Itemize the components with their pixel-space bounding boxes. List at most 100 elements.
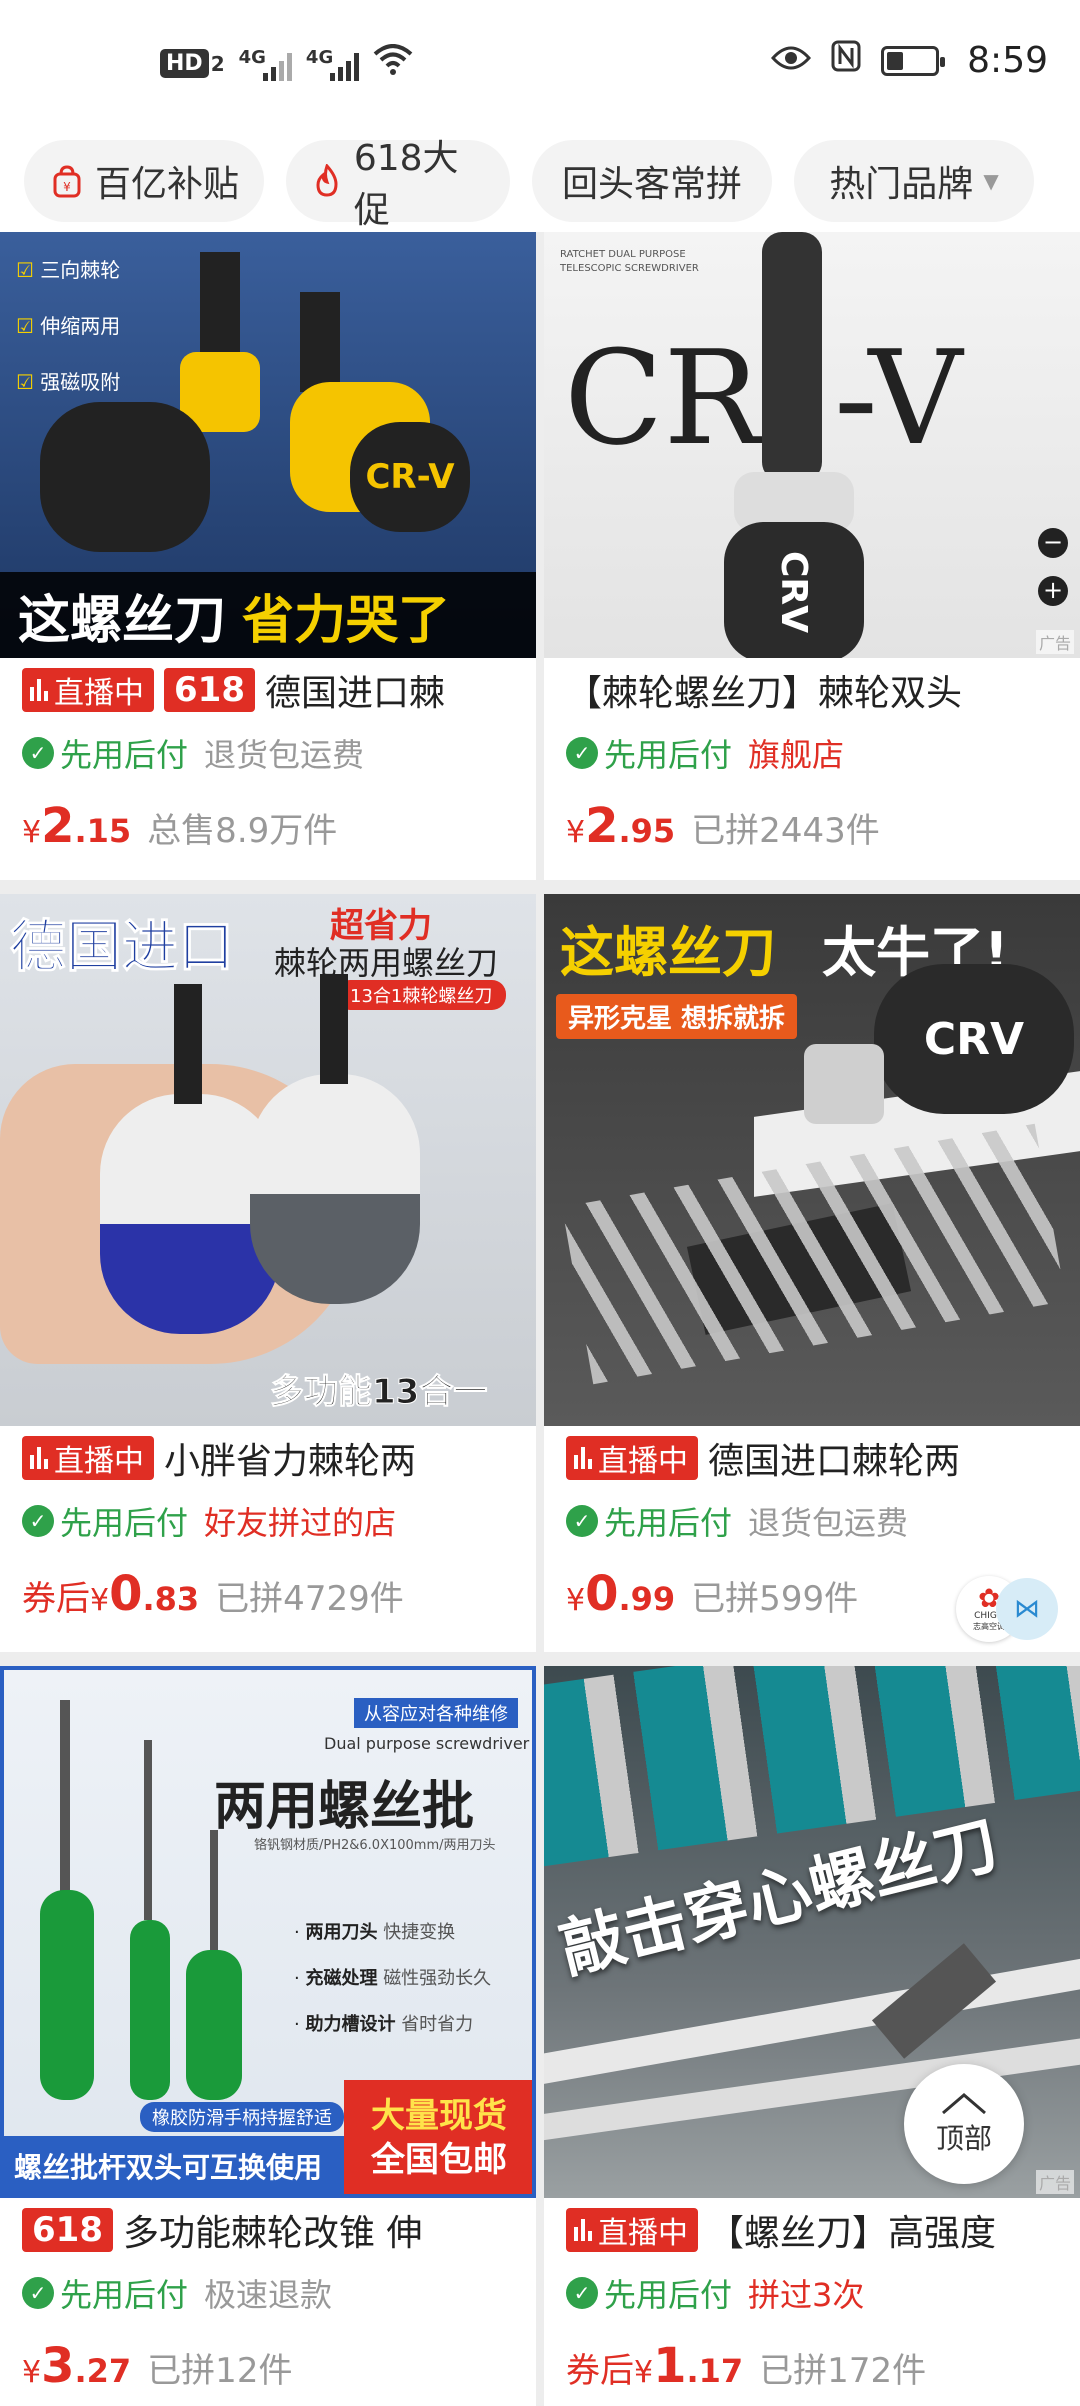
price-int: 0	[585, 1566, 619, 1622]
back-to-top-button[interactable]: 顶部	[904, 2064, 1024, 2184]
live-badge: 直播中	[22, 668, 154, 712]
product-tags: ✓ 先用后付 拼过3次	[544, 2262, 1080, 2324]
price-int: 2	[41, 798, 75, 854]
currency: ¥	[22, 815, 42, 850]
service-tag: 退货包运费	[204, 736, 365, 774]
product-image[interactable]: 从容应对各种维修 Dual purpose screwdriver 两用螺丝批 …	[0, 1666, 536, 2198]
product-tags: ✓ 先用后付 退货包运费	[544, 1490, 1080, 1552]
pay-later-icon: ✓	[22, 2277, 54, 2309]
wifi-icon	[373, 44, 413, 83]
product-card[interactable]: 这螺丝刀 太牛了! 异形克星 想拆就拆 CRV 直播中 德国进口棘轮两 ✓ 先用后…	[544, 894, 1080, 1652]
product-image[interactable]: RATCHET DUAL PURPOSE TELESCOPIC SCREWDRI…	[544, 232, 1080, 658]
status-right: 8:59	[771, 40, 1048, 81]
product-image[interactable]: 德国进口 超省力 棘轮两用螺丝刀 13合1棘轮螺丝刀 多功能13合一	[0, 894, 536, 1426]
filter-chip-brands[interactable]: 热门品牌 ▼	[794, 140, 1034, 222]
product-card[interactable]: ☑ 三向棘轮 ☑ 伸缩两用 ☑ 强磁吸附 CR-V 这螺丝刀 省力哭了 直播中 …	[0, 232, 536, 880]
product-tags: ✓ 先用后付 极速退款	[0, 2262, 536, 2324]
product-title-row: 直播中 德国进口棘轮两	[544, 1426, 1080, 1490]
pay-later-icon: ✓	[22, 1505, 54, 1537]
price-dec: .95	[618, 812, 676, 850]
promo-badge: 618	[164, 668, 255, 712]
filter-chip-label: 回头客常拼	[561, 164, 742, 205]
ad-label: 广告	[1035, 630, 1074, 654]
pay-later-icon: ✓	[566, 737, 598, 769]
filter-chip-label: 618大促	[353, 138, 459, 231]
sales-count: 已拼172件	[759, 2351, 927, 2391]
bowtie-icon: ⋈	[996, 1578, 1058, 1640]
sales-count: 已拼12件	[147, 2351, 293, 2391]
currency: ¥	[634, 2355, 654, 2390]
currency: ¥	[566, 1583, 586, 1618]
pay-later-tag: ✓ 先用后付	[566, 730, 732, 776]
price-int: 2	[585, 798, 619, 854]
live-badge: 直播中	[566, 1436, 698, 1480]
price-row: 券后 ¥ 0 .83 已拼4729件	[0, 1552, 536, 1632]
filter-bar: ¥ 百亿补贴 618大促 回头客常拼 热门品牌 ▼	[0, 130, 1080, 232]
price-row: 券后 ¥ 1 .17 已拼172件	[544, 2324, 1080, 2404]
signal-icon: 4G	[306, 47, 360, 81]
live-icon	[30, 1447, 48, 1469]
pay-later-tag: ✓ 先用后付	[22, 730, 188, 776]
currency: ¥	[566, 815, 586, 850]
live-icon	[30, 679, 48, 701]
sales-count: 已拼4729件	[215, 1579, 404, 1619]
caret-down-icon: ▼	[983, 169, 999, 193]
product-title-row: 直播中 小胖省力棘轮两	[0, 1426, 536, 1490]
battery-icon	[881, 45, 946, 76]
filter-chip-returning[interactable]: 回头客常拼	[532, 140, 772, 222]
product-image[interactable]: 这螺丝刀 太牛了! 异形克星 想拆就拆 CRV	[544, 894, 1080, 1426]
sales-count: 总售8.9万件	[147, 811, 338, 851]
currency: ¥	[22, 2355, 42, 2390]
live-badge: 直播中	[566, 2208, 698, 2252]
ad-label: 广告	[1035, 2170, 1074, 2194]
sales-count: 已拼2443件	[691, 811, 880, 851]
product-image[interactable]: ☑ 三向棘轮 ☑ 伸缩两用 ☑ 强磁吸附 CR-V 这螺丝刀 省力哭了	[0, 232, 536, 658]
product-title: 【棘轮螺丝刀】棘轮双头	[566, 673, 963, 714]
pay-later-tag: ✓ 先用后付	[566, 1498, 732, 1544]
sim-number: 2	[210, 51, 225, 76]
pay-later-tag: ✓ 先用后付	[22, 1498, 188, 1544]
product-card[interactable]: 敲击穿心螺丝刀 广告 直播中 【螺丝刀】高强度 ✓ 先用后付 拼过3次 券后 ¥ …	[544, 1666, 1080, 2406]
chevron-up-icon	[942, 2093, 986, 2115]
filter-chip-618[interactable]: 618大促	[286, 138, 510, 231]
pay-later-icon: ✓	[566, 2277, 598, 2309]
filter-chip-subsidy[interactable]: ¥ 百亿补贴	[24, 140, 264, 222]
minus-icon: −	[1038, 528, 1068, 558]
hd-badge: HD	[160, 49, 209, 78]
product-title: 【螺丝刀】高强度	[708, 2213, 997, 2254]
service-tag: 好友拼过的店	[204, 1504, 397, 1542]
status-left: HD 2 4G 4G	[160, 44, 413, 83]
back-to-top-label: 顶部	[935, 2122, 992, 2155]
clock: 8:59	[967, 40, 1048, 81]
product-title-row: 618 多功能棘轮改锥 伸	[0, 2198, 536, 2262]
eye-icon	[771, 40, 812, 81]
price-row: ¥ 2 .95 已拼2443件	[544, 784, 1080, 864]
coupon-prefix: 券后	[22, 1579, 90, 1619]
service-tag: 拼过3次	[748, 2276, 865, 2314]
svg-text:¥: ¥	[63, 180, 71, 194]
price-int: 0	[109, 1566, 143, 1622]
pay-later-icon: ✓	[22, 737, 54, 769]
bag-icon: ¥	[49, 163, 85, 199]
store-logo[interactable]: ✿ CHIGO 志高空调 ⋈	[956, 1576, 1058, 1642]
product-card[interactable]: 从容应对各种维修 Dual purpose screwdriver 两用螺丝批 …	[0, 1666, 536, 2406]
currency: ¥	[90, 1583, 110, 1618]
flame-icon	[310, 163, 344, 199]
product-tags: ✓ 先用后付 退货包运费	[0, 722, 536, 784]
plus-icon: +	[1038, 576, 1068, 606]
pay-later-tag: ✓ 先用后付	[22, 2270, 188, 2316]
service-tag: 极速退款	[204, 2276, 333, 2314]
pay-later-icon: ✓	[566, 1505, 598, 1537]
service-tag: 退货包运费	[748, 1504, 909, 1542]
coupon-prefix: 券后	[566, 2351, 634, 2391]
product-title-row: 直播中 618 德国进口棘	[0, 658, 536, 722]
live-badge: 直播中	[22, 1436, 154, 1480]
product-card[interactable]: 德国进口 超省力 棘轮两用螺丝刀 13合1棘轮螺丝刀 多功能13合一 直播中 小…	[0, 894, 536, 1652]
product-card[interactable]: RATCHET DUAL PURPOSE TELESCOPIC SCREWDRI…	[544, 232, 1080, 880]
product-title-row: 【棘轮螺丝刀】棘轮双头	[544, 658, 1080, 722]
pay-later-tag: ✓ 先用后付	[566, 2270, 732, 2316]
promo-badge: 618	[22, 2208, 113, 2252]
nfc-icon	[831, 40, 861, 81]
price-dec: .27	[74, 2352, 132, 2390]
status-bar: HD 2 4G 4G 8:59	[0, 0, 1080, 130]
